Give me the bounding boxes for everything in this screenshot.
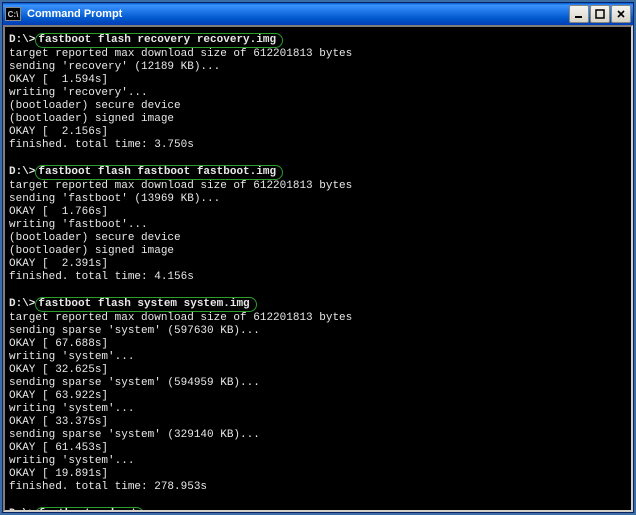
command-highlight: fastboot reboot bbox=[35, 507, 144, 512]
command-highlight: fastboot flash recovery recovery.img bbox=[35, 33, 283, 48]
console-text: D:\>fastboot flash recovery recovery.img… bbox=[9, 33, 627, 512]
command-highlight: fastboot flash fastboot fastboot.img bbox=[35, 165, 283, 180]
app-icon-label: C:\ bbox=[8, 10, 19, 19]
titlebar[interactable]: C:\ Command Prompt bbox=[3, 3, 633, 25]
window-buttons bbox=[569, 5, 631, 23]
maximize-icon bbox=[595, 9, 605, 19]
window-title: Command Prompt bbox=[25, 8, 569, 20]
minimize-button[interactable] bbox=[569, 5, 589, 23]
console-area[interactable]: D:\>fastboot flash recovery recovery.img… bbox=[3, 25, 633, 512]
minimize-icon bbox=[574, 9, 584, 19]
command-prompt-window: C:\ Command Prompt D:\>fastboot flash re… bbox=[2, 2, 634, 513]
app-icon: C:\ bbox=[5, 7, 21, 21]
command-highlight: fastboot flash system system.img bbox=[35, 297, 256, 312]
maximize-button[interactable] bbox=[590, 5, 610, 23]
close-button[interactable] bbox=[611, 5, 631, 23]
close-icon bbox=[616, 9, 626, 19]
